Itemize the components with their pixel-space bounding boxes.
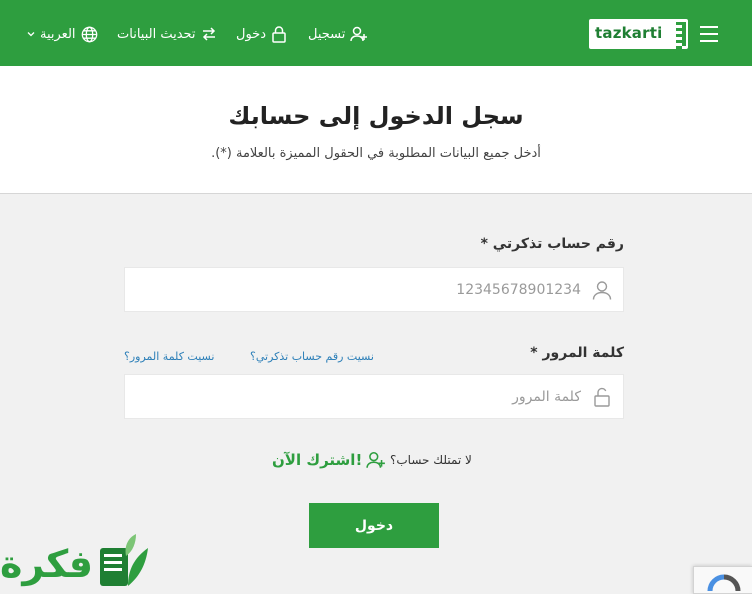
recaptcha-badge[interactable]: [693, 566, 752, 594]
unlock-icon: [594, 387, 610, 407]
logo-text: tazkarti: [595, 24, 663, 42]
forgot-account-link[interactable]: نسيت رقم حساب تذكرتي؟: [250, 350, 374, 363]
tazkarti-logo[interactable]: tazkarti: [589, 19, 688, 49]
lock-icon: [272, 26, 286, 43]
password-label: كلمة المرور *: [530, 345, 624, 361]
top-navbar: tazkarti تسجيل دخول تحديث البيانات العرب…: [0, 0, 752, 66]
account-number-label: رقم حساب تذكرتي *: [480, 236, 624, 252]
password-input[interactable]: [135, 385, 581, 409]
forgot-password-link[interactable]: نسيت كلمة المرور؟: [124, 350, 214, 363]
register-label: تسجيل: [308, 26, 346, 42]
login-link[interactable]: دخول: [236, 24, 287, 44]
book-leaf-logo: [100, 534, 148, 586]
page-subtitle: أدخل جميع البيانات المطلوبة في الحقول ال…: [211, 146, 541, 161]
menu-icon[interactable]: [700, 24, 722, 42]
fikra-watermark: فكرة: [0, 530, 160, 594]
recaptcha-icon: [707, 574, 741, 592]
signup-now-link[interactable]: اشترك الآن!: [272, 450, 386, 470]
update-data-label: تحديث البيانات: [117, 26, 196, 42]
update-data-link[interactable]: تحديث البيانات: [117, 24, 217, 44]
account-number-field[interactable]: [124, 267, 624, 312]
watermark-text: فكرة: [0, 542, 94, 586]
swap-icon: [202, 27, 215, 41]
login-button[interactable]: دخول: [309, 503, 439, 548]
language-selector[interactable]: العربية: [27, 24, 98, 44]
login-label: دخول: [236, 26, 266, 42]
password-field[interactable]: [124, 374, 624, 419]
account-number-input[interactable]: [135, 278, 581, 302]
login-title-section: سجل الدخول إلى حسابك أدخل جميع البيانات …: [0, 66, 752, 194]
chevron-down-icon: [27, 32, 35, 37]
language-label: العربية: [40, 26, 76, 42]
register-link[interactable]: تسجيل: [308, 24, 368, 44]
user-plus-icon: [366, 452, 386, 468]
no-account-text: لا تمتلك حساب؟: [390, 453, 472, 467]
user-icon: [592, 281, 612, 300]
signup-now-label: اشترك الآن!: [272, 451, 363, 469]
user-plus-icon: [350, 26, 368, 42]
page-title: سجل الدخول إلى حسابك: [228, 102, 524, 130]
globe-icon: [81, 26, 97, 42]
